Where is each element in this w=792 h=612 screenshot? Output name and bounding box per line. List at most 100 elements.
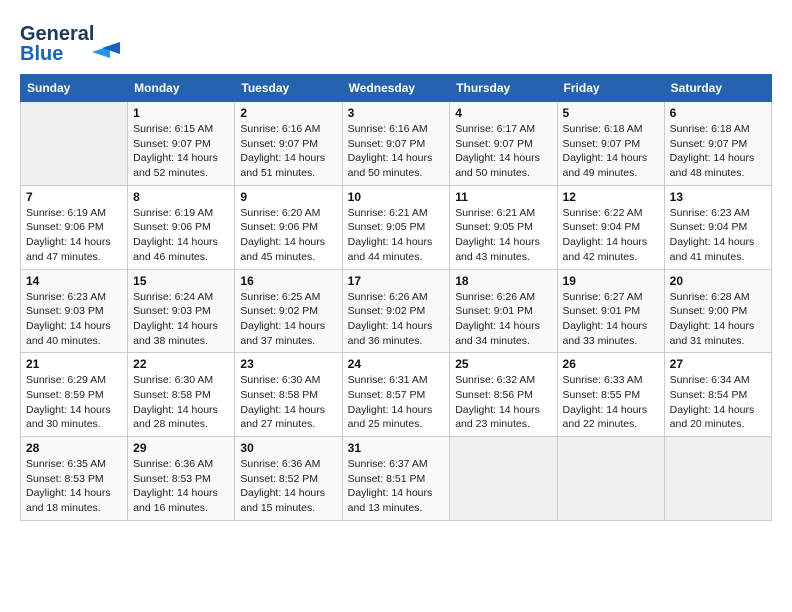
day-number: 30 [240,441,336,455]
day-number: 10 [348,190,445,204]
logo: General Blue [20,16,130,66]
day-info: Sunrise: 6:20 AM Sunset: 9:06 PM Dayligh… [240,206,336,265]
day-info: Sunrise: 6:36 AM Sunset: 8:53 PM Dayligh… [133,457,229,516]
week-row-4: 21 Sunrise: 6:29 AM Sunset: 8:59 PM Dayli… [21,353,772,437]
page-header: General Blue [20,16,772,66]
calendar-cell: 12 Sunrise: 6:22 AM Sunset: 9:04 PM Dayli… [557,185,664,269]
calendar-cell: 31 Sunrise: 6:37 AM Sunset: 8:51 PM Dayli… [342,437,450,521]
calendar-cell: 26 Sunrise: 6:33 AM Sunset: 8:55 PM Dayli… [557,353,664,437]
day-number: 3 [348,106,445,120]
day-info: Sunrise: 6:34 AM Sunset: 8:54 PM Dayligh… [670,373,766,432]
day-info: Sunrise: 6:37 AM Sunset: 8:51 PM Dayligh… [348,457,445,516]
weekday-wednesday: Wednesday [342,75,450,102]
day-info: Sunrise: 6:35 AM Sunset: 8:53 PM Dayligh… [26,457,122,516]
day-info: Sunrise: 6:31 AM Sunset: 8:57 PM Dayligh… [348,373,445,432]
day-info: Sunrise: 6:19 AM Sunset: 9:06 PM Dayligh… [133,206,229,265]
week-row-3: 14 Sunrise: 6:23 AM Sunset: 9:03 PM Dayli… [21,269,772,353]
calendar-cell [21,102,128,186]
calendar-cell: 23Sunrise: 6:30 AM Sunset: 8:58 PM Dayli… [235,353,342,437]
day-number: 24 [348,357,445,371]
day-number: 19 [563,274,659,288]
day-info: Sunrise: 6:16 AM Sunset: 9:07 PM Dayligh… [348,122,445,181]
day-number: 21 [26,357,122,371]
day-number: 8 [133,190,229,204]
weekday-header-row: SundayMondayTuesdayWednesdayThursdayFrid… [21,75,772,102]
day-info: Sunrise: 6:18 AM Sunset: 9:07 PM Dayligh… [563,122,659,181]
calendar-cell: 11 Sunrise: 6:21 AM Sunset: 9:05 PM Dayli… [450,185,557,269]
day-number: 22 [133,357,229,371]
day-info: Sunrise: 6:22 AM Sunset: 9:04 PM Dayligh… [563,206,659,265]
day-info: Sunrise: 6:17 AM Sunset: 9:07 PM Dayligh… [455,122,551,181]
day-number: 17 [348,274,445,288]
weekday-friday: Friday [557,75,664,102]
day-number: 11 [455,190,551,204]
week-row-1: 1 Sunrise: 6:15 AM Sunset: 9:07 PM Daylig… [21,102,772,186]
calendar-cell: 14 Sunrise: 6:23 AM Sunset: 9:03 PM Dayli… [21,269,128,353]
calendar-cell: 5 Sunrise: 6:18 AM Sunset: 9:07 PM Daylig… [557,102,664,186]
day-number: 31 [348,441,445,455]
day-info: Sunrise: 6:26 AM Sunset: 9:02 PM Dayligh… [348,290,445,349]
day-info: Sunrise: 6:16 AM Sunset: 9:07 PM Dayligh… [240,122,336,181]
svg-text:General: General [20,23,94,45]
day-number: 12 [563,190,659,204]
day-info: Sunrise: 6:21 AM Sunset: 9:05 PM Dayligh… [455,206,551,265]
calendar-cell: 20 Sunrise: 6:28 AM Sunset: 9:00 PM Dayli… [664,269,771,353]
weekday-saturday: Saturday [664,75,771,102]
calendar-cell [450,437,557,521]
calendar-cell: 1 Sunrise: 6:15 AM Sunset: 9:07 PM Daylig… [128,102,235,186]
calendar-cell: 29 Sunrise: 6:36 AM Sunset: 8:53 PM Dayli… [128,437,235,521]
calendar-cell: 17 Sunrise: 6:26 AM Sunset: 9:02 PM Dayli… [342,269,450,353]
day-info: Sunrise: 6:32 AM Sunset: 8:56 PM Dayligh… [455,373,551,432]
calendar-cell: 13Sunrise: 6:23 AM Sunset: 9:04 PM Dayli… [664,185,771,269]
calendar-cell: 21 Sunrise: 6:29 AM Sunset: 8:59 PM Dayli… [21,353,128,437]
day-info: Sunrise: 6:36 AM Sunset: 8:52 PM Dayligh… [240,457,336,516]
calendar-cell [557,437,664,521]
calendar-cell: 18Sunrise: 6:26 AM Sunset: 9:01 PM Dayli… [450,269,557,353]
calendar-cell: 15 Sunrise: 6:24 AM Sunset: 9:03 PM Dayli… [128,269,235,353]
week-row-5: 28 Sunrise: 6:35 AM Sunset: 8:53 PM Dayli… [21,437,772,521]
calendar-cell: 8 Sunrise: 6:19 AM Sunset: 9:06 PM Daylig… [128,185,235,269]
day-info: Sunrise: 6:15 AM Sunset: 9:07 PM Dayligh… [133,122,229,181]
calendar-cell: 16Sunrise: 6:25 AM Sunset: 9:02 PM Dayli… [235,269,342,353]
logo-svg: General Blue [20,16,130,66]
calendar-cell: 22Sunrise: 6:30 AM Sunset: 8:58 PM Dayli… [128,353,235,437]
day-info: Sunrise: 6:28 AM Sunset: 9:00 PM Dayligh… [670,290,766,349]
calendar-cell [664,437,771,521]
calendar-cell: 30 Sunrise: 6:36 AM Sunset: 8:52 PM Dayli… [235,437,342,521]
calendar-cell: 6 Sunrise: 6:18 AM Sunset: 9:07 PM Daylig… [664,102,771,186]
week-row-2: 7Sunrise: 6:19 AM Sunset: 9:06 PM Daylig… [21,185,772,269]
calendar-cell: 25 Sunrise: 6:32 AM Sunset: 8:56 PM Dayli… [450,353,557,437]
weekday-tuesday: Tuesday [235,75,342,102]
calendar-cell: 7Sunrise: 6:19 AM Sunset: 9:06 PM Daylig… [21,185,128,269]
day-number: 15 [133,274,229,288]
day-number: 25 [455,357,551,371]
day-number: 14 [26,274,122,288]
day-info: Sunrise: 6:23 AM Sunset: 9:03 PM Dayligh… [26,290,122,349]
day-info: Sunrise: 6:30 AM Sunset: 8:58 PM Dayligh… [240,373,336,432]
day-info: Sunrise: 6:24 AM Sunset: 9:03 PM Dayligh… [133,290,229,349]
day-number: 6 [670,106,766,120]
day-number: 1 [133,106,229,120]
calendar-cell: 2 Sunrise: 6:16 AM Sunset: 9:07 PM Daylig… [235,102,342,186]
day-number: 26 [563,357,659,371]
day-number: 9 [240,190,336,204]
day-number: 28 [26,441,122,455]
day-number: 20 [670,274,766,288]
day-info: Sunrise: 6:27 AM Sunset: 9:01 PM Dayligh… [563,290,659,349]
day-number: 2 [240,106,336,120]
day-number: 29 [133,441,229,455]
weekday-sunday: Sunday [21,75,128,102]
day-info: Sunrise: 6:33 AM Sunset: 8:55 PM Dayligh… [563,373,659,432]
calendar-cell: 10Sunrise: 6:21 AM Sunset: 9:05 PM Dayli… [342,185,450,269]
day-info: Sunrise: 6:25 AM Sunset: 9:02 PM Dayligh… [240,290,336,349]
weekday-thursday: Thursday [450,75,557,102]
day-number: 27 [670,357,766,371]
day-info: Sunrise: 6:19 AM Sunset: 9:06 PM Dayligh… [26,206,122,265]
day-number: 5 [563,106,659,120]
day-number: 4 [455,106,551,120]
calendar-table: SundayMondayTuesdayWednesdayThursdayFrid… [20,74,772,521]
calendar-cell: 3 Sunrise: 6:16 AM Sunset: 9:07 PM Daylig… [342,102,450,186]
day-info: Sunrise: 6:18 AM Sunset: 9:07 PM Dayligh… [670,122,766,181]
day-number: 18 [455,274,551,288]
day-info: Sunrise: 6:29 AM Sunset: 8:59 PM Dayligh… [26,373,122,432]
